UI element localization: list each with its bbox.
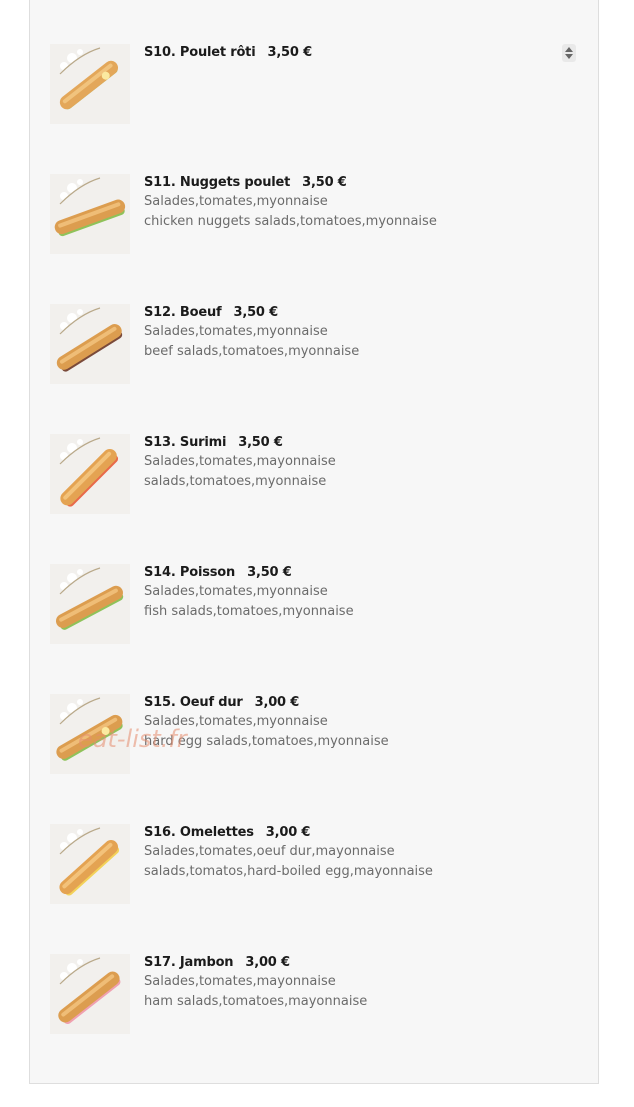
item-desc-en: chicken nuggets salads,tomatoes,myonnais… — [144, 214, 437, 229]
menu-panel — [29, 0, 599, 1084]
sandwich-photo — [50, 304, 130, 384]
sandwich-photo — [50, 434, 130, 514]
item-desc-fr: Salades,tomates,mayonnaise — [144, 454, 336, 469]
item-price: 3,50 € — [238, 435, 283, 450]
item-price: 3,00 € — [245, 955, 290, 970]
sandwich-photo — [50, 44, 130, 124]
item-price: 3,50 € — [233, 305, 279, 320]
item-desc-en: fish salads,tomatoes,myonnaise — [144, 604, 354, 619]
sandwich-photo — [50, 174, 130, 254]
menu-item-s13[interactable]: S13. Surimi 3,50 € Salades,tomates,mayonn… — [50, 434, 570, 514]
item-name: S10. Poulet rôti — [144, 45, 256, 60]
item-desc-fr: Salades,tomates,myonnaise — [144, 324, 328, 339]
menu-item-s12[interactable]: S12. Boeuf 3,50 € Salades,tomates,myonnai… — [50, 304, 570, 384]
item-desc-en: salads,tomatoes,myonnaise — [144, 474, 327, 489]
item-desc-fr: Salades,tomates,oeuf dur,mayonnaise — [144, 844, 395, 859]
item-name: S11. Nuggets poulet — [144, 175, 291, 190]
item-desc-fr: Salades,tomates,myonnaise — [144, 714, 328, 729]
menu-item-s17[interactable]: S17. Jambon 3,00 € Salades,tomates,mayonn… — [50, 954, 570, 1034]
item-desc-fr: Salades,tomates,myonnaise — [144, 584, 328, 599]
item-desc-en: beef salads,tomatoes,myonnaise — [144, 344, 360, 359]
sandwich-photo — [50, 954, 130, 1034]
watermark: eat-list.fr — [78, 725, 187, 753]
item-name: S12. Boeuf — [144, 305, 222, 320]
menu-item-s10[interactable]: S10. Poulet rôti 3,50 € — [50, 44, 570, 124]
item-desc-en: hard egg salads,tomatoes,myonnaise — [144, 734, 389, 749]
menu-item-s16[interactable]: S16. Omelettes 3,00 € Salades,tomates,oeu… — [50, 824, 570, 904]
item-price: 3,50 € — [302, 175, 347, 190]
item-price: 3,00 € — [265, 825, 311, 840]
item-name: S14. Poisson — [144, 565, 236, 580]
sandwich-photo — [50, 824, 130, 904]
item-price: 3,50 € — [247, 565, 292, 580]
item-price: 3,00 € — [254, 695, 300, 710]
menu-item-s11[interactable]: S11. Nuggets poulet 3,50 € Salades,tomate… — [50, 174, 570, 254]
item-name: S15. Oeuf dur — [144, 695, 243, 710]
item-desc-fr: Salades,tomates,myonnaise — [144, 194, 328, 209]
sandwich-photo — [50, 564, 130, 644]
item-price: 3,50 € — [267, 45, 312, 60]
item-desc-en: ham salads,tomatoes,mayonnaise — [144, 994, 368, 1009]
item-desc-en: salads,tomatos,hard-boiled egg,mayonnais… — [144, 864, 433, 879]
item-name: S13. Surimi — [144, 435, 227, 450]
item-name: S17. Jambon — [144, 955, 234, 970]
item-desc-fr: Salades,tomates,mayonnaise — [144, 974, 336, 989]
menu-item-s14[interactable]: S14. Poisson 3,50 € Salades,tomates,myonn… — [50, 564, 570, 644]
item-name: S16. Omelettes — [144, 825, 254, 840]
